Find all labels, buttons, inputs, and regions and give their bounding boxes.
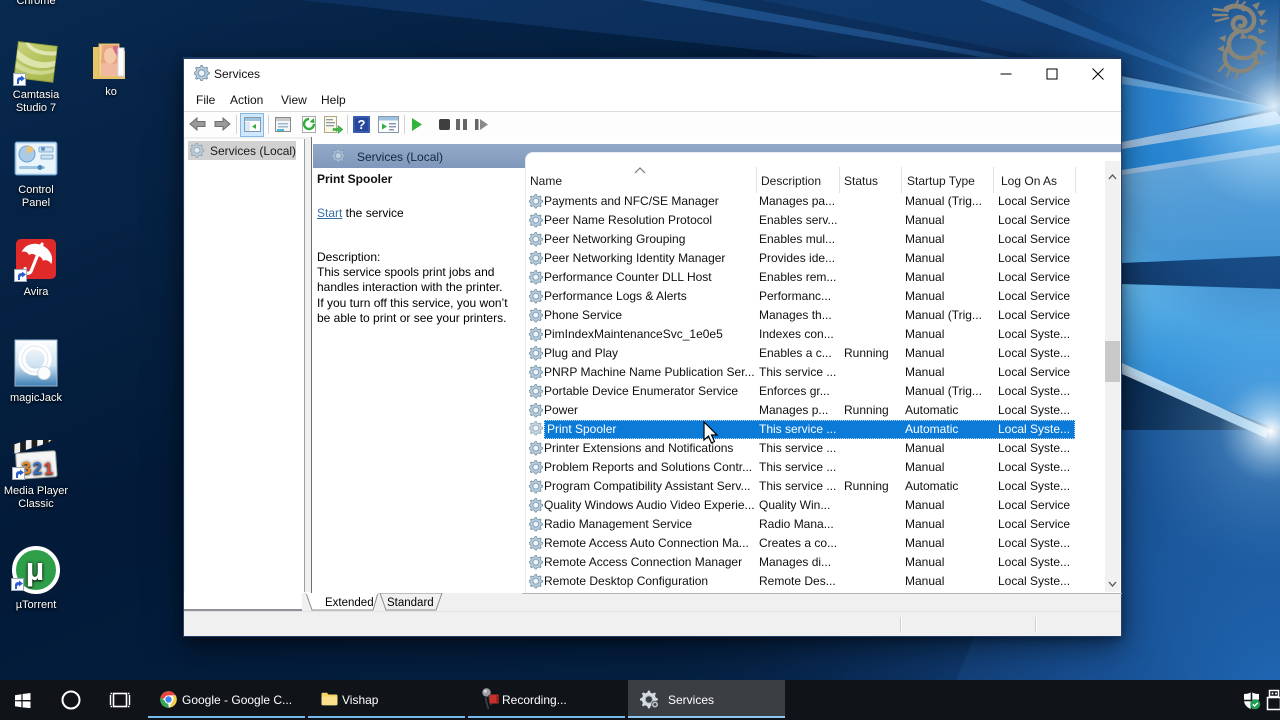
svg-text:2: 2 (32, 459, 43, 479)
svg-text:Extended: Extended (325, 597, 374, 609)
svg-text:1: 1 (43, 459, 54, 479)
svg-text:µ: µ (26, 551, 44, 587)
svg-text:Standard: Standard (387, 597, 434, 609)
svg-text:?: ? (358, 117, 366, 132)
